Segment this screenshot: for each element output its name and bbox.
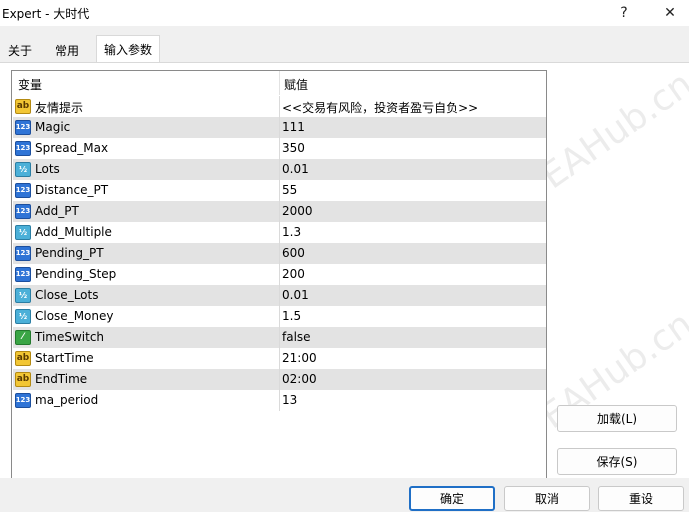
- parameter-name: ma_period: [35, 393, 99, 407]
- double-type-icon: ½: [15, 309, 31, 324]
- parameter-value[interactable]: 600: [282, 246, 305, 260]
- double-type-icon: ½: [15, 162, 31, 177]
- cell-divider: [279, 117, 280, 138]
- cell-divider: [279, 327, 280, 348]
- cell-divider: [279, 222, 280, 243]
- close-button[interactable]: ✕: [647, 0, 689, 26]
- table-row[interactable]: 123 Pending_Step 200: [13, 264, 546, 285]
- cell-divider: [279, 159, 280, 180]
- integer-type-icon: 123: [15, 204, 31, 219]
- parameter-name: Distance_PT: [35, 183, 109, 197]
- parameter-name: Close_Money: [35, 309, 114, 323]
- parameter-value[interactable]: 21:00: [282, 351, 317, 365]
- tab-inputs[interactable]: 输入参数: [96, 35, 161, 63]
- table-row[interactable]: 123 Pending_PT 600: [13, 243, 546, 264]
- cell-divider: [279, 201, 280, 222]
- column-divider[interactable]: [279, 71, 280, 95]
- table-row[interactable]: ab StartTime 21:00: [13, 348, 546, 369]
- grid-header: 变量 赋值: [12, 71, 546, 95]
- table-row[interactable]: 123 Magic 111: [13, 117, 546, 138]
- table-row[interactable]: ½ Close_Lots 0.01: [13, 285, 546, 306]
- help-icon: ?: [620, 5, 628, 21]
- column-header-variable[interactable]: 变量: [18, 76, 42, 93]
- cell-divider: [279, 96, 280, 117]
- table-row[interactable]: 123 Add_PT 2000: [13, 201, 546, 222]
- title-bar: Expert - 大时代 ? ✕: [0, 0, 689, 26]
- table-row[interactable]: ½ Close_Money 1.5: [13, 306, 546, 327]
- ok-button[interactable]: 确定: [409, 486, 495, 511]
- save-button[interactable]: 保存(S): [557, 448, 677, 475]
- integer-type-icon: 123: [15, 246, 31, 261]
- string-type-icon: ab: [15, 351, 31, 366]
- parameter-value[interactable]: 13: [282, 393, 297, 407]
- string-type-icon: ab: [15, 372, 31, 387]
- parameter-name: Magic: [35, 120, 71, 134]
- table-row[interactable]: ab 友情提示 <<交易有风险，投资者盈亏自负>>: [13, 96, 546, 117]
- parameter-name: Pending_Step: [35, 267, 117, 281]
- cell-divider: [279, 243, 280, 264]
- cell-divider: [279, 264, 280, 285]
- table-row[interactable]: ½ Add_Multiple 1.3: [13, 222, 546, 243]
- table-row[interactable]: ab EndTime 02:00: [13, 369, 546, 390]
- window-title: Expert - 大时代: [2, 7, 90, 21]
- tab-about[interactable]: 关于: [1, 38, 39, 62]
- parameter-name: Close_Lots: [35, 288, 99, 302]
- parameter-name: Add_Multiple: [35, 225, 112, 239]
- parameter-name: Spread_Max: [35, 141, 109, 155]
- parameter-value[interactable]: 55: [282, 183, 297, 197]
- table-row[interactable]: ⁄ TimeSwitch false: [13, 327, 546, 348]
- parameters-grid[interactable]: 变量 赋值 ab 友情提示 <<交易有风险，投资者盈亏自负>> 123 Magic 111…: [11, 70, 547, 479]
- cell-divider: [279, 348, 280, 369]
- parameter-value[interactable]: 02:00: [282, 372, 317, 386]
- parameter-name: TimeSwitch: [35, 330, 105, 344]
- parameter-value[interactable]: 1.5: [282, 309, 301, 323]
- parameter-value[interactable]: false: [282, 330, 311, 344]
- parameter-name: 友情提示: [35, 101, 84, 115]
- table-row[interactable]: 123 ma_period 13: [13, 390, 546, 411]
- cell-divider: [279, 180, 280, 201]
- parameter-name: Lots: [35, 162, 60, 176]
- tab-common[interactable]: 常用: [48, 38, 86, 62]
- parameter-value[interactable]: <<交易有风险，投资者盈亏自负>>: [282, 99, 478, 116]
- close-icon: ✕: [664, 5, 676, 21]
- integer-type-icon: 123: [15, 267, 31, 282]
- parameter-value[interactable]: 111: [282, 120, 305, 134]
- string-type-icon: ab: [15, 99, 31, 114]
- load-button[interactable]: 加载(L): [557, 405, 677, 432]
- parameter-value[interactable]: 0.01: [282, 162, 309, 176]
- table-row[interactable]: 123 Spread_Max 350: [13, 138, 546, 159]
- tab-strip: 关于 常用 输入参数: [0, 26, 689, 63]
- cell-divider: [279, 369, 280, 390]
- integer-type-icon: 123: [15, 141, 31, 156]
- parameter-value[interactable]: 0.01: [282, 288, 309, 302]
- cancel-button[interactable]: 取消: [504, 486, 590, 511]
- cell-divider: [279, 306, 280, 327]
- help-button[interactable]: ?: [601, 0, 647, 26]
- double-type-icon: ½: [15, 288, 31, 303]
- parameter-value[interactable]: 2000: [282, 204, 313, 218]
- table-row[interactable]: ½ Lots 0.01: [13, 159, 546, 180]
- parameter-value[interactable]: 200: [282, 267, 305, 281]
- table-row[interactable]: 123 Distance_PT 55: [13, 180, 546, 201]
- integer-type-icon: 123: [15, 393, 31, 408]
- bool-type-icon: ⁄: [15, 330, 31, 345]
- parameter-value[interactable]: 1.3: [282, 225, 301, 239]
- integer-type-icon: 123: [15, 120, 31, 135]
- parameter-name: Add_PT: [35, 204, 79, 218]
- cell-divider: [279, 138, 280, 159]
- column-header-value[interactable]: 赋值: [284, 76, 308, 93]
- cell-divider: [279, 390, 280, 411]
- parameter-name: StartTime: [35, 351, 94, 365]
- parameter-name: EndTime: [35, 372, 88, 386]
- double-type-icon: ½: [15, 225, 31, 240]
- parameter-name: Pending_PT: [35, 246, 104, 260]
- integer-type-icon: 123: [15, 183, 31, 198]
- reset-button[interactable]: 重设: [598, 486, 684, 511]
- cell-divider: [279, 285, 280, 306]
- parameter-value[interactable]: 350: [282, 141, 305, 155]
